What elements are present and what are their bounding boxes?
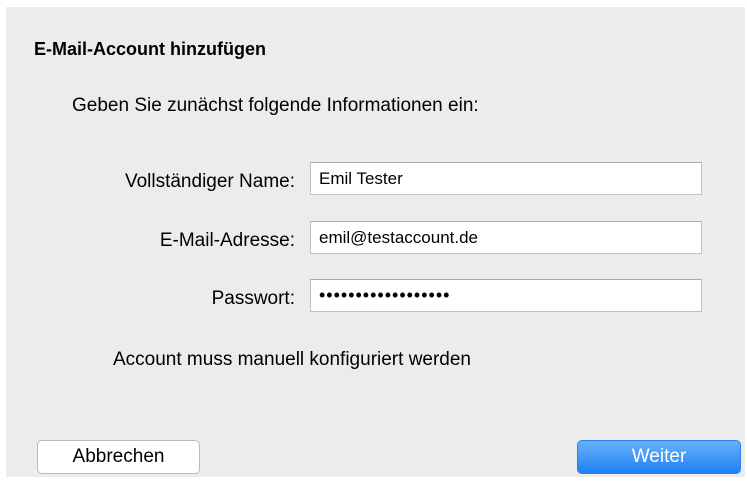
password-field[interactable] [310, 279, 702, 312]
dialog-title: E-Mail-Account hinzufügen [34, 39, 266, 59]
intro-text: Geben Sie zunächst folgende Informatione… [72, 95, 479, 116]
email-address-field[interactable] [310, 221, 702, 254]
next-button[interactable]: Weiter [577, 440, 741, 474]
status-message: Account muss manuell konfiguriert werden [113, 349, 472, 370]
full-name-field[interactable] [310, 162, 702, 195]
cancel-button[interactable]: Abbrechen [37, 440, 200, 474]
add-email-account-dialog: E-Mail-Account hinzufügen Geben Sie zunä… [6, 7, 745, 477]
full-name-label: Vollständiger Name: [124, 171, 295, 192]
email-address-label: E-Mail-Adresse: [159, 230, 295, 251]
password-label: Passwort: [211, 288, 295, 309]
